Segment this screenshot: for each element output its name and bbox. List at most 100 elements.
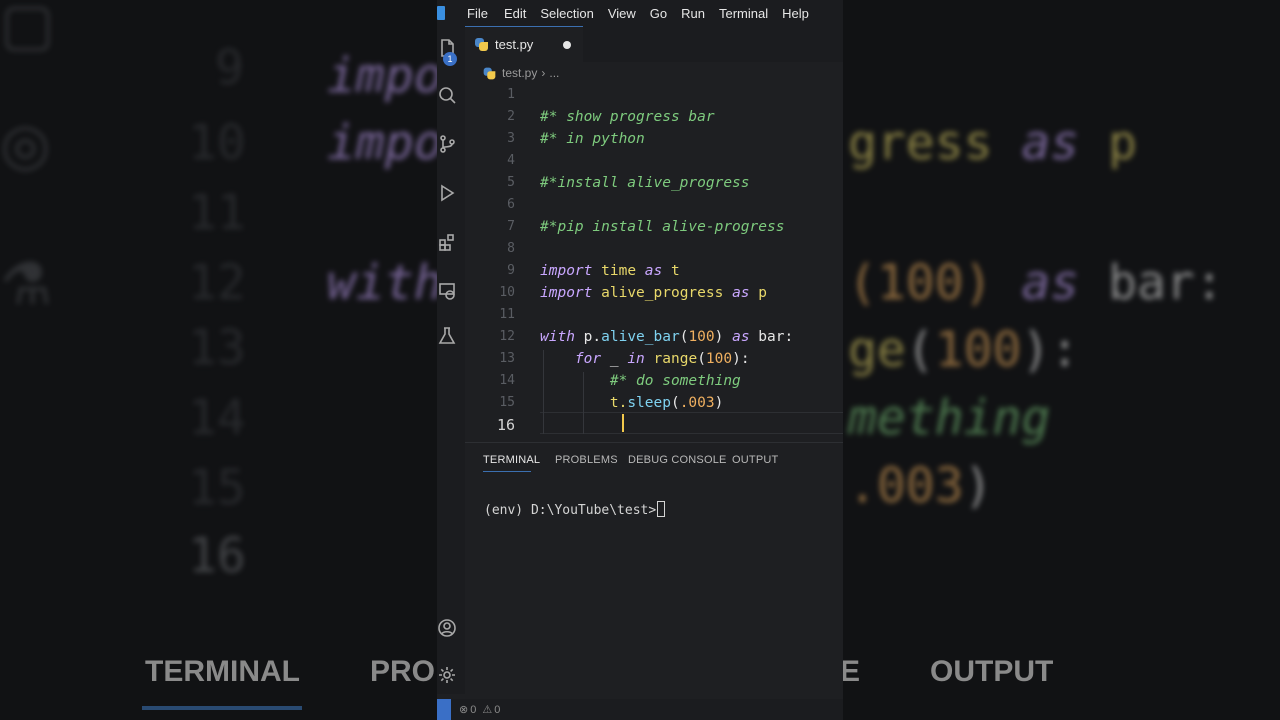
code-token: ): <box>732 351 750 367</box>
error-icon: ⊗ <box>459 704 469 716</box>
backdrop-code: gress as p <box>848 115 1137 171</box>
status-bar: ⊗ 0 ⚠ 0 <box>437 699 843 720</box>
warning-icon: ⚠ <box>482 704 493 716</box>
code-token: t <box>662 263 680 279</box>
menu-run[interactable]: Run <box>681 6 705 21</box>
settings-gear-icon[interactable] <box>437 665 457 685</box>
code-line[interactable]: 13 for _ in range(100): <box>465 348 843 370</box>
vscode-window: File Edit Selection View Go Run Terminal… <box>437 0 843 720</box>
line-number: 7 <box>507 219 515 234</box>
search-icon[interactable] <box>437 85 457 105</box>
line-number: 1 <box>507 87 515 102</box>
line-number: 2 <box>507 109 515 124</box>
line-number: 15 <box>499 395 515 410</box>
problems-status[interactable]: ⊗ 0 ⚠ 0 <box>459 703 500 717</box>
backdrop-line-number: 13 <box>188 320 246 376</box>
testing-flask-icon[interactable] <box>437 326 457 346</box>
code-token: ( <box>697 351 706 367</box>
code-line[interactable]: 5 #*install alive_progress <box>465 172 843 194</box>
backdrop-line-number: 14 <box>188 390 246 446</box>
activity-bar: 1 <box>437 26 465 694</box>
code-line[interactable]: 2 #* show progress bar <box>465 106 843 128</box>
menu-terminal[interactable]: Terminal <box>719 6 768 21</box>
code-token: as <box>644 263 663 279</box>
source-control-icon[interactable] <box>437 134 457 154</box>
code-line[interactable]: 8 <box>465 238 843 260</box>
code-text: import time as t <box>540 260 680 282</box>
code-text: with p.alive_bar(100) as bar: <box>540 326 793 348</box>
menu-help[interactable]: Help <box>782 6 809 21</box>
menu-selection[interactable]: Selection <box>540 6 593 21</box>
line-number: 8 <box>507 241 515 256</box>
code-token: p <box>749 285 768 301</box>
breadcrumb-file[interactable]: test.py <box>502 66 537 80</box>
code-token: t. <box>609 395 628 411</box>
bottom-panel: TERMINAL PROBLEMS DEBUG CONSOLE OUTPUT (… <box>465 442 843 694</box>
backdrop-code: impo <box>327 48 443 104</box>
tab-test-py[interactable]: test.py <box>465 26 583 62</box>
active-tab-indicator <box>483 471 531 472</box>
backdrop-tab-underline <box>142 706 302 710</box>
code-token: as <box>732 329 750 345</box>
code-token: range <box>653 351 698 367</box>
backdrop-code: with <box>327 255 443 311</box>
menu-file[interactable]: File <box>467 6 488 21</box>
code-token: sleep <box>627 395 671 411</box>
code-line[interactable]: 10 import alive_progress as p <box>465 282 843 304</box>
backdrop-code: impo <box>327 115 443 171</box>
code-token: #* do something <box>609 373 741 389</box>
code-line[interactable]: 12 with p.alive_bar(100) as bar: <box>465 326 843 348</box>
code-line[interactable]: 11 <box>465 304 843 326</box>
code-line[interactable]: 9 import time as t <box>465 260 843 282</box>
menu-edit[interactable]: Edit <box>504 6 526 21</box>
terminal-output[interactable]: (env) D:\YouTube\test> <box>484 501 666 518</box>
line-number: 9 <box>507 263 515 278</box>
code-line[interactable]: 6 <box>465 194 843 216</box>
tab-terminal[interactable]: TERMINAL <box>483 454 540 466</box>
menu-view[interactable]: View <box>608 6 636 21</box>
code-text: #* show progress bar <box>540 106 715 128</box>
accounts-icon[interactable] <box>437 618 457 638</box>
backdrop-line-number: 11 <box>188 185 246 241</box>
code-line[interactable]: 14 #* do something <box>465 370 843 392</box>
code-token: ) <box>714 329 733 345</box>
code-line[interactable]: 1 <box>465 84 843 106</box>
code-line[interactable]: 3 #* in python <box>465 128 843 150</box>
extensions-icon[interactable] <box>437 232 457 252</box>
code-text: for _ in range(100): <box>540 348 750 370</box>
code-token: for <box>574 351 602 367</box>
breadcrumb-more[interactable]: ... <box>549 66 559 80</box>
error-count: 0 <box>470 703 477 716</box>
code-token: .003 <box>679 395 715 411</box>
code-line[interactable]: 7 #*pip install alive-progress <box>465 216 843 238</box>
line-number: 5 <box>507 175 515 190</box>
remote-explorer-icon[interactable] <box>437 281 457 301</box>
code-editor[interactable]: 16 15 t.sleep(.003) 14 #* do something 13 f… <box>465 84 843 436</box>
code-token: in <box>627 351 645 367</box>
run-debug-icon[interactable] <box>437 183 457 203</box>
code-line[interactable]: 15 t.sleep(.003) <box>465 392 843 414</box>
code-line[interactable]: 4 <box>465 150 843 172</box>
tab-debug-console[interactable]: DEBUG CONSOLE <box>628 454 727 466</box>
indent-guide <box>543 350 544 434</box>
line-number: 3 <box>507 131 515 146</box>
editor-tab-bar: test.py <box>465 26 843 62</box>
code-text: #* in python <box>540 128 645 150</box>
code-text: #*install alive_progress <box>540 172 750 194</box>
tab-label: test.py <box>495 37 534 52</box>
menu-go[interactable]: Go <box>650 6 667 21</box>
tab-problems[interactable]: PROBLEMS <box>555 454 618 466</box>
terminal-cursor <box>657 501 666 517</box>
tab-output[interactable]: OUTPUT <box>732 454 778 466</box>
backdrop-code: (100) as bar: <box>848 255 1224 311</box>
backdrop-files-icon: ▢ <box>0 0 55 58</box>
unsaved-dot-icon[interactable] <box>563 41 571 49</box>
backdrop-code: ge(100): <box>848 322 1080 378</box>
code-token: ) <box>714 395 724 411</box>
remote-indicator[interactable] <box>437 699 451 720</box>
